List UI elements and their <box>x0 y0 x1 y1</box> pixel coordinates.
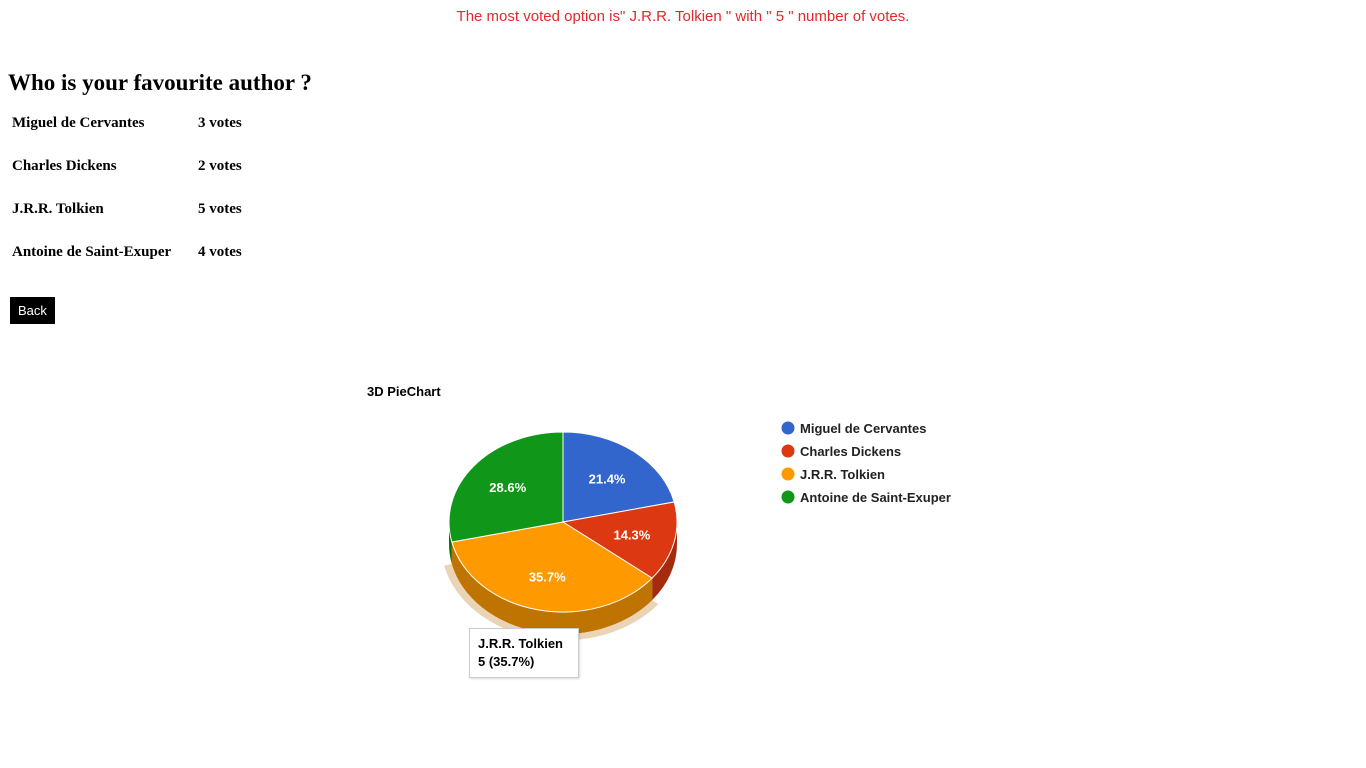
table-row: J.R.R. Tolkien 5 votes <box>10 200 280 241</box>
legend-label: Miguel de Cervantes <box>800 421 926 436</box>
legend-marker <box>781 421 795 435</box>
tooltip-value: 5 (35.7%) <box>478 654 535 669</box>
chart-tooltip: J.R.R. Tolkien 5 (35.7%) <box>469 628 579 678</box>
table-row: Miguel de Cervantes 3 votes <box>10 114 280 155</box>
vote-count: 4 votes <box>198 244 242 260</box>
table-row: Antoine de Saint-Exuper 4 votes <box>10 243 280 284</box>
pie-chart-svg: 3D PieChart 21.4% 14.3% 35.7% 28.6% Miguel de… <box>367 384 951 641</box>
legend-marker <box>781 467 795 481</box>
pie-chart: 3D PieChart 21.4% 14.3% 35.7% 28.6% Miguel de… <box>345 370 1045 710</box>
tooltip-title: J.R.R. Tolkien <box>478 636 563 651</box>
back-button[interactable]: Back <box>10 297 55 324</box>
author-name: J.R.R. Tolkien <box>12 201 104 217</box>
table-row: Charles Dickens 2 votes <box>10 157 280 198</box>
legend-label: J.R.R. Tolkien <box>800 467 885 482</box>
legend-marker <box>781 490 795 504</box>
legend-marker <box>781 444 795 458</box>
poll-question: Who is your favourite author ? <box>8 70 312 95</box>
vote-count: 2 votes <box>198 158 242 174</box>
legend-label: Antoine de Saint-Exuper <box>800 490 951 505</box>
chart-title: 3D PieChart <box>367 384 441 399</box>
slice-label: 21.4% <box>589 471 626 486</box>
author-name: Antoine de Saint-Exuper <box>12 244 172 260</box>
vote-count: 5 votes <box>198 201 242 217</box>
most-voted-banner: The most voted option is" J.R.R. Tolkien… <box>456 8 910 25</box>
vote-count: 3 votes <box>198 115 242 131</box>
results-table: Miguel de Cervantes 3 votes Charles Dick… <box>8 112 282 286</box>
author-name: Charles Dickens <box>12 158 117 174</box>
legend-label: Charles Dickens <box>800 444 901 459</box>
slice-label: 28.6% <box>489 480 526 495</box>
author-name: Miguel de Cervantes <box>12 115 145 131</box>
slice-label: 35.7% <box>529 569 566 584</box>
slice-label: 14.3% <box>613 527 650 542</box>
